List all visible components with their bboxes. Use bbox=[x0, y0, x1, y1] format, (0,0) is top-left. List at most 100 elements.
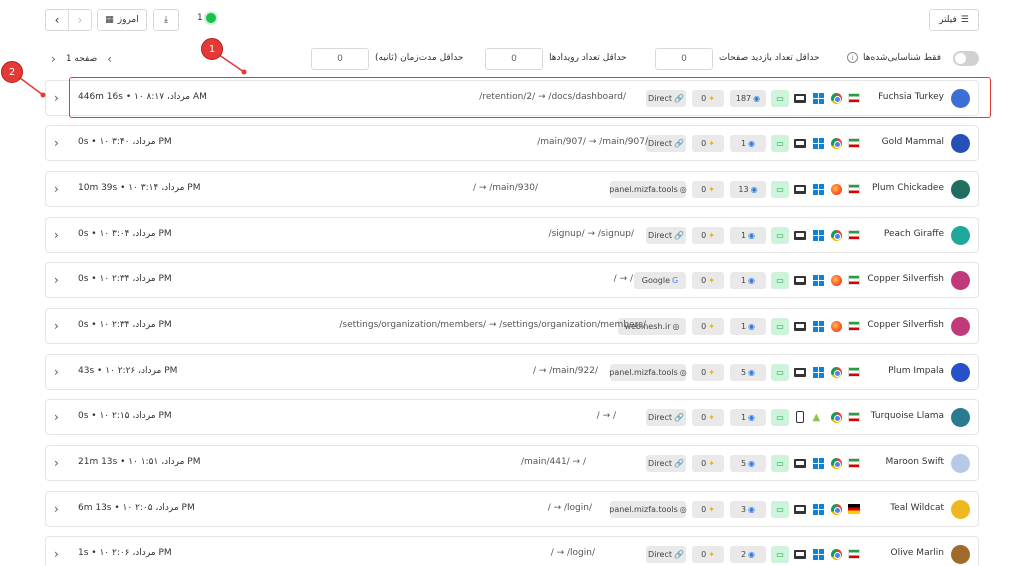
min-pageviews-input[interactable]: 0 bbox=[655, 48, 713, 70]
referrer-badge: panel.mizfa.tools ◎ bbox=[609, 181, 687, 198]
chevron-right-icon[interactable]: › bbox=[54, 547, 59, 561]
referrer-badge: Direct 🔗 bbox=[646, 409, 686, 426]
pageviews-badge: 1 ◉ bbox=[730, 409, 766, 426]
separator-dot: • bbox=[117, 457, 129, 467]
laptop-icon bbox=[794, 320, 806, 332]
session-row[interactable]: › 0s • ۱۰ مرداد، ۲:۳۴ PM Copper Silverfish… bbox=[45, 262, 979, 298]
session-time: 10m 39s • ۱۰ مرداد، ۳:۱۴ PM bbox=[78, 183, 200, 193]
avatar[interactable] bbox=[951, 226, 970, 245]
recording-icon[interactable]: ▭ bbox=[771, 272, 789, 289]
avatar[interactable] bbox=[951, 271, 970, 290]
chrome-icon bbox=[830, 548, 842, 560]
sparkle-icon: ✦ bbox=[708, 139, 715, 148]
chevron-left-icon[interactable]: ‹ bbox=[46, 10, 68, 30]
filter-icon: ☰ bbox=[960, 15, 969, 25]
pageviews-count: 1 bbox=[740, 231, 747, 240]
avatar[interactable] bbox=[951, 454, 970, 473]
recording-icon[interactable]: ▭ bbox=[771, 501, 789, 518]
separator-dot: • bbox=[88, 548, 100, 558]
events-count: 0 bbox=[701, 276, 707, 285]
session-user-name: Olive Marlin bbox=[890, 548, 945, 558]
session-path: /settings/organization/members/ → /setti… bbox=[339, 320, 646, 330]
referrer-label: panel.mizfa.tools bbox=[609, 505, 678, 514]
avatar[interactable] bbox=[951, 363, 970, 382]
events-badge: 0 ✦ bbox=[692, 455, 724, 472]
referrer-icon: ◎ bbox=[679, 185, 687, 194]
chrome-icon bbox=[830, 137, 842, 149]
session-date: ۱۰ مرداد، ۳:۱۴ PM bbox=[128, 183, 201, 193]
chevron-right-icon[interactable]: › bbox=[54, 228, 59, 242]
session-duration: 21m 13s bbox=[78, 457, 118, 467]
recording-icon[interactable]: ▭ bbox=[771, 181, 789, 198]
sparkle-icon: ✦ bbox=[708, 505, 715, 514]
recording-icon[interactable]: ▭ bbox=[771, 318, 789, 335]
referrer-label: Google bbox=[641, 276, 670, 285]
session-user-name: Maroon Swift bbox=[885, 457, 944, 467]
events-count: 0 bbox=[701, 185, 707, 194]
info-icon[interactable]: i bbox=[847, 52, 858, 63]
chevron-right-icon[interactable]: › bbox=[54, 136, 59, 150]
session-row[interactable]: › 10m 39s • ۱۰ مرداد، ۳:۱۴ PM Plum Chickad… bbox=[45, 171, 979, 207]
pageviews-badge: 3 ◉ bbox=[730, 501, 766, 518]
chevron-right-icon[interactable]: › bbox=[54, 91, 59, 105]
today-button[interactable]: ▦ امروز bbox=[97, 9, 147, 31]
chevron-right-icon[interactable]: › bbox=[54, 365, 59, 379]
referrer-badge: Direct 🔗 bbox=[646, 227, 686, 244]
events-badge: 0 ✦ bbox=[692, 501, 724, 518]
referrer-icon: ◎ bbox=[672, 322, 680, 331]
recording-icon[interactable]: ▭ bbox=[771, 409, 789, 426]
session-row[interactable]: › 6m 13s • ۱۰ مرداد، ۲:۰۵ PM Teal Wildcat ▭… bbox=[45, 491, 979, 527]
pageviews-badge: 1 ◉ bbox=[730, 272, 766, 289]
session-date: ۱۰ مرداد، ۲:۲۶ PM bbox=[105, 366, 178, 376]
recording-icon[interactable]: ▭ bbox=[771, 135, 789, 152]
chevron-right-icon[interactable]: › bbox=[54, 273, 59, 287]
chevron-right-icon[interactable]: › bbox=[54, 456, 59, 470]
chevron-right-icon[interactable]: › bbox=[54, 182, 59, 196]
session-row[interactable]: › 0s • ۱۰ مرداد، ۳:۰۴ PM Peach Giraffe ▭ 1 ◉ 0… bbox=[45, 217, 979, 253]
avatar[interactable] bbox=[951, 180, 970, 199]
referrer-badge: panel.mizfa.tools ◎ bbox=[609, 364, 687, 381]
sparkle-icon: ✦ bbox=[708, 322, 715, 331]
windows-icon bbox=[812, 503, 824, 515]
session-row[interactable]: › 21m 13s • ۱۰ مرداد، ۱:۵۱ PM Maroon Swift… bbox=[45, 445, 979, 481]
session-date: ۱۰ مرداد، ۲:۳۴ PM bbox=[99, 320, 172, 330]
avatar[interactable] bbox=[951, 134, 970, 153]
pager-prev-icon[interactable]: › bbox=[51, 52, 56, 66]
session-row[interactable]: › 0s • ۱۰ مرداد، ۲:۱۵ PM Turquoise Llama ▲ ▭… bbox=[45, 399, 979, 435]
session-row[interactable]: › 43s • ۱۰ مرداد، ۲:۲۶ PM Plum Impala ▭ 5 ◉ 0 ✦… bbox=[45, 354, 979, 390]
avatar[interactable] bbox=[951, 317, 970, 336]
events-count: 0 bbox=[701, 505, 707, 514]
session-row[interactable]: › 0s • ۱۰ مرداد، ۳:۴۰ PM Gold Mammal ▭ 1 ◉ 0 ✦ D… bbox=[45, 125, 979, 161]
laptop-icon bbox=[794, 457, 806, 469]
avatar[interactable] bbox=[951, 545, 970, 564]
session-user-name: Gold Mammal bbox=[881, 137, 944, 147]
recording-icon[interactable]: ▭ bbox=[771, 455, 789, 472]
pager-next-icon[interactable]: ‹ bbox=[107, 52, 112, 66]
flag-iran-icon bbox=[848, 366, 860, 378]
pageviews-badge: 5 ◉ bbox=[730, 364, 766, 381]
annotation-badge-1: 1 bbox=[201, 38, 223, 60]
chevron-right-icon[interactable]: › bbox=[54, 319, 59, 333]
chrome-icon bbox=[830, 457, 842, 469]
min-events-input[interactable]: 0 bbox=[485, 48, 543, 70]
avatar[interactable] bbox=[951, 408, 970, 427]
download-button[interactable]: ⤓ bbox=[153, 9, 179, 31]
windows-icon bbox=[812, 457, 824, 469]
firefox-icon bbox=[830, 320, 842, 332]
filter-button[interactable]: فیلتر ☰ bbox=[929, 9, 979, 31]
session-path: /main/907/ → /main/907/ bbox=[537, 137, 648, 147]
chevron-right-icon[interactable]: › bbox=[54, 410, 59, 424]
today-label: امروز bbox=[117, 15, 139, 25]
session-row[interactable]: › 1s • ۱۰ مرداد، ۲:۰۶ PM Olive Marlin ▭ 2 ◉ 0 ✦… bbox=[45, 536, 979, 566]
events-count: 0 bbox=[701, 459, 707, 468]
recording-icon[interactable]: ▭ bbox=[771, 364, 789, 381]
recording-icon[interactable]: ▭ bbox=[771, 546, 789, 563]
chevron-right-icon[interactable]: › bbox=[68, 10, 91, 30]
session-date: ۱۰ مرداد، ۲:۱۵ PM bbox=[99, 411, 172, 421]
avatar[interactable] bbox=[951, 500, 970, 519]
identified-only-toggle[interactable] bbox=[953, 51, 979, 66]
min-duration-input[interactable]: 0 bbox=[311, 48, 369, 70]
recording-icon[interactable]: ▭ bbox=[771, 227, 789, 244]
chevron-right-icon[interactable]: › bbox=[54, 502, 59, 516]
session-row[interactable]: › 0s • ۱۰ مرداد، ۲:۳۴ PM Copper Silverfish… bbox=[45, 308, 979, 344]
